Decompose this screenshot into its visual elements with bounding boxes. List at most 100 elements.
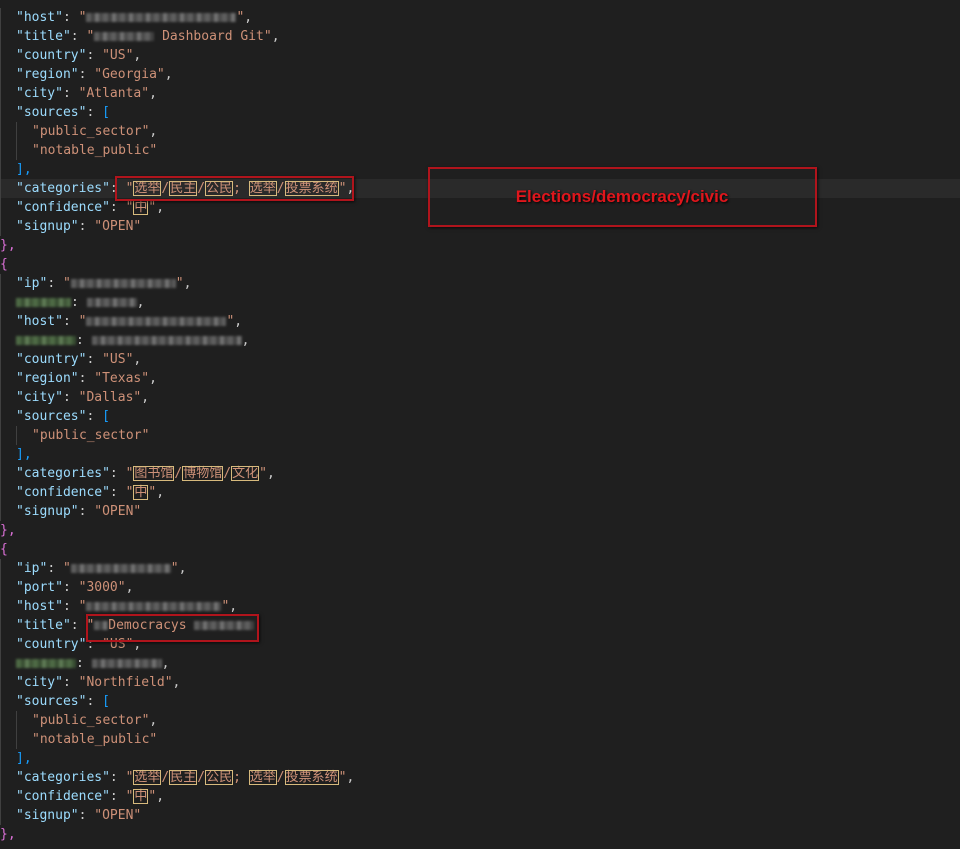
confidence-value: 中 [133,789,149,804]
json-key: "city" [16,86,63,101]
category-term: 文化 [231,466,260,481]
json-key: "region" [16,371,79,386]
json-key: "categories" [16,770,110,785]
json-key: "title" [16,618,71,633]
country-value: "US" [102,48,134,63]
code-line: "region": "Texas", [0,369,157,388]
code-line: "city": "Atlanta", [0,84,157,103]
redacted-key [16,298,71,307]
signup-value: "OPEN" [94,219,142,234]
code-line: "public_sector", [0,711,157,730]
json-key: "ip" [16,276,48,291]
json-key: "host" [16,599,63,614]
code-line: "categories": "选举/民主/公民; 选举/投票系统", [0,768,354,787]
json-key: "sources" [16,694,87,709]
code-line: ], [0,749,32,768]
highlight-box-title [86,614,259,642]
code-editor[interactable]: "host": " ", "title": " Dashboard Git", "… [0,0,960,849]
category-term: 投票系统 [284,770,339,785]
open-brace: { [0,257,8,272]
code-line: "port": "3000", [0,578,133,597]
close-brace: }, [0,523,16,538]
json-key: "ip" [16,561,48,576]
code-line: "sources": [ [0,692,110,711]
code-line: "ip": " ", [0,274,191,293]
code-line: "signup": "OPEN" [0,806,141,825]
code-line: : , [0,293,144,312]
code-line: "region": "Georgia", [0,65,173,84]
code-line: "country": "US", [0,46,141,65]
redacted-value [86,317,227,326]
category-term: 博物馆 [182,466,224,481]
code-line: "ip": " ", [0,559,186,578]
source-item: "notable_public" [32,732,158,747]
signup-value: "OPEN" [94,808,142,823]
code-line: { [0,540,8,559]
code-line: : , [0,654,169,673]
code-line: }, [0,236,16,255]
code-line: "public_sector", [0,122,157,141]
json-key: "confidence" [16,485,110,500]
json-key: "sources" [16,105,87,120]
json-key: "host" [16,10,63,25]
confidence-value: 中 [133,200,149,215]
code-line: "host": " ", [0,8,252,27]
json-key: "city" [16,390,63,405]
code-line: "title": " Dashboard Git", [0,27,280,46]
redacted-value [91,659,162,668]
json-key: "country" [16,48,87,63]
code-line: "confidence": "中", [0,483,164,502]
code-line: "public_sector" [0,426,149,445]
annotation-label: Elections/democracy/civic [515,187,729,206]
json-key: "host" [16,314,63,329]
json-key: "signup" [16,219,79,234]
json-key: "port" [16,580,63,595]
category-term: 公民 [205,770,234,785]
json-key: "categories" [16,181,110,196]
signup-value: "OPEN" [94,504,142,519]
source-item: "public_sector" [32,428,150,443]
code-line: { [0,255,8,274]
code-line: "city": "Northfield", [0,673,180,692]
redacted-value [70,564,171,573]
redacted-value [86,298,137,307]
json-key: "country" [16,637,87,652]
code-line: ], [0,445,32,464]
source-item: "public_sector" [32,713,150,728]
port-value: "3000" [78,580,126,595]
category-term: 选举 [133,770,162,785]
redacted-value [86,602,222,611]
json-key: "title" [16,29,71,44]
close-brace: }, [0,827,16,842]
category-term: 图书馆 [133,466,175,481]
city-value: "Dallas" [78,390,142,405]
redacted-key [16,336,76,345]
confidence-value: 中 [133,485,149,500]
json-key: "country" [16,352,87,367]
city-value: "Atlanta" [78,86,150,101]
redacted-value [94,32,155,41]
code-line: }, [0,521,16,540]
title-value: Dashboard Git [154,29,264,44]
redacted-value [86,13,237,22]
close-brace: }, [0,238,16,253]
code-line: "signup": "OPEN" [0,217,141,236]
redacted-value [91,336,242,345]
json-key: "categories" [16,466,110,481]
json-key: "signup" [16,504,79,519]
region-value: "Texas" [94,371,150,386]
json-key: "sources" [16,409,87,424]
open-brace: { [0,542,8,557]
code-line: "country": "US", [0,350,141,369]
code-line: "categories": "图书馆/博物馆/文化", [0,464,275,483]
json-key: "confidence" [16,789,110,804]
code-line: "sources": [ [0,103,110,122]
source-item: "notable_public" [32,143,158,158]
redacted-value [70,279,176,288]
city-value: "Northfield" [78,675,173,690]
country-value: "US" [102,352,134,367]
json-key: "signup" [16,808,79,823]
category-term: 民主 [169,770,198,785]
code-line: "host": " ", [0,312,242,331]
source-item: "public_sector" [32,124,150,139]
